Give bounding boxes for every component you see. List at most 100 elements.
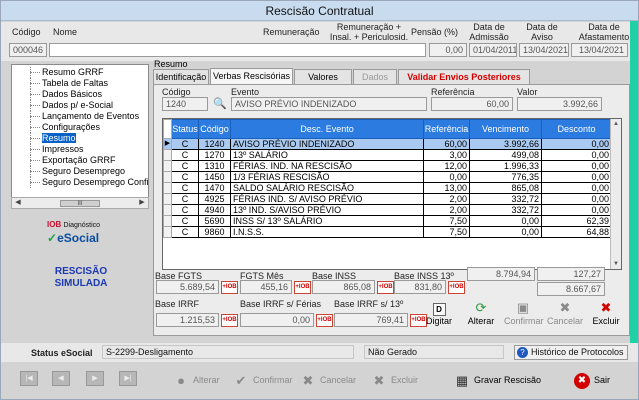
table-row[interactable]: C 1450 1/3 FÉRIAS RESCISÃO 0,00 776,35 0,00 xyxy=(163,171,612,183)
historico-protocolos-button[interactable]: ? Histórico de Protocolos xyxy=(514,345,628,360)
sidebar-tree: Resumo GRRF Tabela de Faltas Dados Básic… xyxy=(11,64,149,205)
base-inss13-field[interactable]: 831,80 xyxy=(394,280,446,294)
table-row[interactable]: C 1270 13º SALÁRIO 3,00 499,08 0,00 xyxy=(163,149,612,161)
base-irrf-ferias-field[interactable]: 0,00 xyxy=(240,313,314,327)
digitar-button[interactable]: D Digitar xyxy=(420,300,458,330)
tab-verbas-rescisorias[interactable]: Verbas Rescisórias xyxy=(210,68,293,84)
sidebar-item-dados-basicos[interactable]: Dados Básicos xyxy=(12,89,148,100)
codigo-field[interactable]: 000046 xyxy=(9,43,47,57)
tab-identificacao[interactable]: Identificação xyxy=(153,69,209,84)
row-indicator-icon xyxy=(163,193,172,205)
cell-desconto: 62,39 xyxy=(541,215,612,227)
esocial-status-bar: Status eSocial S-2299-Desligamento Não G… xyxy=(1,343,638,362)
table-row[interactable]: C 1470 SALDO SALÁRIO RESCISÃO 13,00 865,08 0,… xyxy=(163,182,612,194)
gravar-rescisao-button[interactable]: ▦ Gravar Rescisão xyxy=(454,370,541,390)
ioe-button[interactable]: +IOB xyxy=(221,281,238,294)
col-status[interactable]: Status xyxy=(171,119,199,139)
tab-validar-envios[interactable]: Validar Envios Posteriores xyxy=(398,69,530,84)
sidebar-item-seguro-desemprego[interactable]: Seguro Desemprego xyxy=(12,166,148,177)
fgts-mes-field[interactable]: 455,16 xyxy=(240,280,292,294)
first-record-icon[interactable]: |◀ xyxy=(20,371,38,386)
col-vencimento[interactable]: Vencimento xyxy=(469,119,542,139)
tab-dados-plr[interactable]: Dados PLR xyxy=(353,69,397,96)
sidebar-item-seguro-desemprego-confi[interactable]: Seguro Desemprego Confi xyxy=(12,177,148,188)
col-desconto[interactable]: Desconto xyxy=(541,119,612,139)
sidebar-item-tabela-faltas[interactable]: Tabela de Faltas xyxy=(12,78,148,89)
sidebar-item-resumo[interactable]: Resumo xyxy=(12,133,148,144)
base-inss-field[interactable]: 865,08 xyxy=(312,280,375,294)
confirmar-button[interactable]: ▣ Confirmar xyxy=(504,300,544,330)
table-row[interactable]: C 4925 FÉRIAS IND. S/ AVISO PRÉVIO 2,00 332,… xyxy=(163,193,612,205)
next-record-icon[interactable]: ▶ xyxy=(86,371,104,386)
nome-field[interactable] xyxy=(49,43,426,57)
verbas-panel: Código Evento Referência Valor 1240 🔍 AV… xyxy=(153,84,630,336)
pensao-label: Pensão (%) xyxy=(411,27,459,37)
table-row[interactable]: C 1310 FÉRIAS. IND. NA RESCISÃO 12,00 1.996,… xyxy=(163,160,612,172)
base-fgts-field[interactable]: 5.689,54 xyxy=(156,280,219,294)
ioe-button[interactable]: +IOB xyxy=(377,281,394,294)
sidebar-item-impressos[interactable]: Impressos xyxy=(12,144,148,155)
table-row[interactable]: C 9860 I.N.S.S. 7,50 0,00 64,88 xyxy=(163,226,612,238)
cancelar-button[interactable]: ✖ Cancelar xyxy=(546,300,584,330)
exit-icon: ✖ xyxy=(574,372,590,389)
search-icon[interactable]: 🔍 xyxy=(213,97,227,110)
col-codigo[interactable]: Código xyxy=(198,119,231,139)
cell-desconto: 0,00 xyxy=(541,138,612,150)
evento-field[interactable]: AVISO PRÉVIO INDENIZADO xyxy=(231,97,427,111)
alterar-button[interactable]: ⟳ Alterar xyxy=(462,300,500,330)
afastamento-field[interactable]: 13/04/2021 xyxy=(571,43,628,57)
referencia-field[interactable]: 60,00 xyxy=(431,97,513,111)
table-row[interactable]: C 4940 13º IND. S/AVISO PRÉVIO 2,00 332,72 0,… xyxy=(163,204,612,216)
col-desc-evento[interactable]: Desc. Evento xyxy=(230,119,424,139)
aviso-field[interactable]: 13/04/2021 xyxy=(519,43,569,57)
bottom-excluir-button[interactable]: ✖ Excluir xyxy=(371,370,418,390)
bottom-alterar-button[interactable]: ● Alterar xyxy=(173,370,219,390)
excluir-button[interactable]: ✖ Excluir xyxy=(587,300,625,330)
table-row[interactable]: C 5690 INSS S/ 13º SALÁRIO 7,50 0,00 62,39 xyxy=(163,215,612,227)
sidebar-item-dados-esocial[interactable]: Dados p/ e-Social xyxy=(12,100,148,111)
sidebar-item-resumo-grrf[interactable]: Resumo GRRF xyxy=(12,67,148,78)
scroll-left-icon[interactable]: ◀ xyxy=(13,198,23,208)
section-label: Resumo xyxy=(154,59,188,69)
sidebar-item-configuracoes[interactable]: Configurações xyxy=(12,122,148,133)
pensao-field[interactable]: 0,00 xyxy=(429,43,467,57)
scroll-right-icon[interactable]: ▶ xyxy=(137,198,147,208)
bottom-confirmar-button[interactable]: ✔ Confirmar xyxy=(233,370,293,390)
cell-referencia: 7,50 xyxy=(423,226,470,238)
valor-field[interactable]: 3.992,66 xyxy=(517,97,602,111)
scroll-thumb[interactable]: III xyxy=(60,200,100,207)
sidebar-item-lancamento-eventos[interactable]: Lançamento de Eventos xyxy=(12,111,148,122)
cell-vencimento: 0,00 xyxy=(469,226,542,238)
esocial-state-field: Não Gerado xyxy=(364,345,504,359)
delete-icon: ✖ xyxy=(373,372,385,388)
cell-status: C xyxy=(171,171,199,183)
table-vscrollbar[interactable]: ▲ ▼ xyxy=(610,119,621,269)
scroll-up-icon[interactable]: ▲ xyxy=(611,119,621,129)
tab-valores-fgts[interactable]: Valores FGTS xyxy=(294,69,352,96)
cell-vencimento: 499,08 xyxy=(469,149,542,161)
col-referencia[interactable]: Referência xyxy=(423,119,470,139)
ioe-button[interactable]: +IOB xyxy=(448,281,465,294)
admissao-field[interactable]: 01/04/2011 xyxy=(469,43,517,57)
previous-record-icon[interactable]: ◀ xyxy=(52,371,70,386)
cell-referencia: 0,00 xyxy=(423,171,470,183)
scroll-down-icon[interactable]: ▼ xyxy=(611,259,621,269)
last-record-icon[interactable]: ▶| xyxy=(119,371,137,386)
bottom-cancelar-button[interactable]: ✖ Cancelar xyxy=(300,370,356,390)
iob-esocial-logo: IOB Diagnóstico ✓eSocial xyxy=(47,220,101,245)
cell-vencimento: 0,00 xyxy=(469,215,542,227)
evento-codigo-field[interactable]: 1240 xyxy=(162,97,208,111)
cell-referencia: 3,00 xyxy=(423,149,470,161)
ioe-button[interactable]: +IOB xyxy=(221,314,238,327)
table-row[interactable]: ▶ C 1240 AVISO PRÉVIO INDENIZADO 60,00 3.992,… xyxy=(163,138,612,150)
sair-button[interactable]: ✖ Sair xyxy=(574,370,610,390)
sidebar-hscrollbar[interactable]: ◀ III ▶ xyxy=(11,197,149,209)
ioe-button[interactable]: +IOB xyxy=(316,314,333,327)
cell-status: C xyxy=(171,215,199,227)
sidebar-item-exportacao-grrf[interactable]: Exportação GRRF xyxy=(12,155,148,166)
base-irrf-field[interactable]: 1.215,53 xyxy=(156,313,219,327)
cell-desc-evento: FÉRIAS. IND. NA RESCISÃO xyxy=(230,160,424,172)
cancel-icon: ✖ xyxy=(302,372,314,388)
ioe-button[interactable]: +IOB xyxy=(294,281,311,294)
base-irrf-13-field[interactable]: 769,41 xyxy=(334,313,408,327)
